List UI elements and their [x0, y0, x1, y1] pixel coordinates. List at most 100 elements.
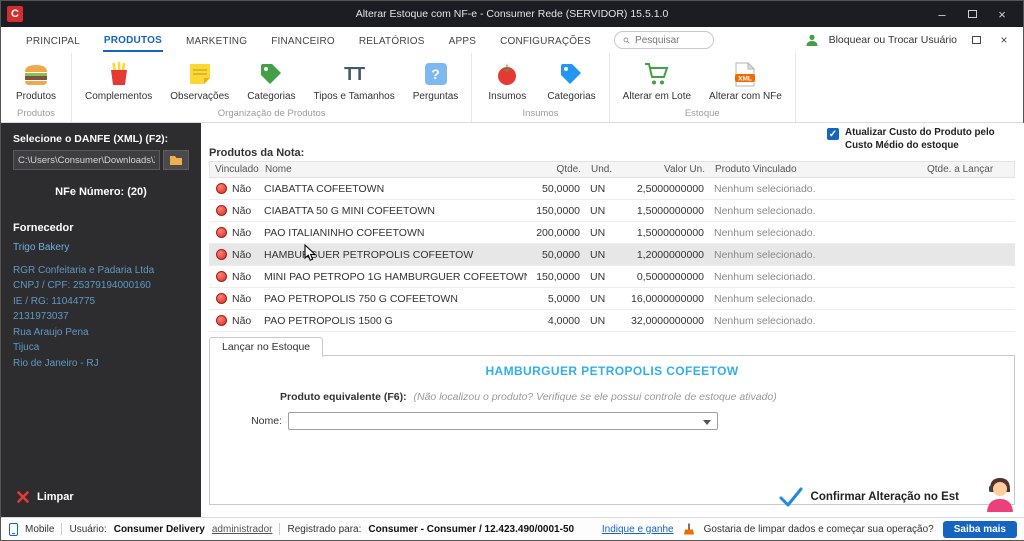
- user-role-link[interactable]: administrador: [212, 524, 273, 535]
- table-header: Vinculado Nome Qtde. Und. Valor Un. Prod…: [209, 161, 1015, 178]
- product-qtde: 200,0000: [527, 227, 585, 239]
- col-valor[interactable]: Valor Un.: [620, 164, 710, 175]
- sidebar: Selecione o DANFE (XML) (F2): NFe Número…: [1, 123, 201, 519]
- fornecedor-rua: Rua Araujo Pena: [13, 325, 189, 341]
- table-row[interactable]: Não PAO PETROPOLIS 1500 G 4,0000 UN 32,0…: [209, 310, 1015, 332]
- ribbon-group-produtos: Produtos Produtos: [1, 53, 72, 122]
- not-linked-icon: [216, 315, 227, 326]
- table-row[interactable]: Não CIABATTA COFEETOWN 50,0000 UN 2,5000…: [209, 178, 1015, 200]
- product-und: UN: [585, 205, 619, 217]
- product-vinculado: Nenhum selecionado.: [709, 315, 921, 327]
- minimize-button[interactable]: –: [927, 1, 957, 27]
- table-row[interactable]: Não CIABATTA 50 G MINI COFEETOWN 150,000…: [209, 200, 1015, 222]
- window-title: Alterar Estoque com NF-e - Consumer Rede…: [1, 8, 1023, 20]
- vinculado-value: Não: [232, 293, 251, 305]
- col-qtde[interactable]: Qtde.: [528, 164, 586, 175]
- product-und: UN: [585, 271, 619, 283]
- ribbon-group-insumos: Insumos Categorias Insumos: [472, 53, 609, 122]
- maximize-icon: [968, 10, 977, 18]
- col-nome[interactable]: Nome: [260, 164, 528, 175]
- not-linked-icon: [216, 205, 227, 216]
- ribbon-group-name: Organização de Produtos: [76, 106, 467, 122]
- ribbon-button-complementos[interactable]: Complementos: [76, 55, 161, 106]
- divider: [61, 523, 62, 535]
- product-und: UN: [585, 315, 619, 327]
- danfe-label: Selecione o DANFE (XML) (F2):: [13, 133, 189, 145]
- folder-icon: [169, 154, 183, 166]
- maximize-button[interactable]: [957, 1, 987, 27]
- ribbon-button-produtos[interactable]: Produtos: [5, 55, 67, 106]
- mdi-restore-button[interactable]: [967, 36, 985, 44]
- product-qtde: 50,0000: [527, 183, 585, 195]
- col-und[interactable]: Und.: [586, 164, 620, 175]
- table-row-selected[interactable]: Não HAMBURGUER PETROPOLIS COFEETOW 50,00…: [209, 244, 1015, 266]
- ribbon-button-categorias-produtos[interactable]: Categorias: [238, 55, 304, 106]
- ribbon-button-tipos-tamanhos[interactable]: TT Tipos e Tamanhos: [305, 55, 404, 106]
- fornecedor-telefone: 2131973037: [13, 309, 189, 325]
- support-avatar[interactable]: [983, 474, 1017, 515]
- lock-user-label[interactable]: Bloquear ou Trocar Usuário: [829, 34, 957, 46]
- search-input[interactable]: [635, 35, 705, 46]
- fries-icon: [108, 60, 130, 88]
- col-qtde-lancar[interactable]: Qtde. a Lançar: [922, 164, 1014, 175]
- checkbox-checked-icon[interactable]: ✓: [827, 128, 839, 140]
- xml-file-icon: XML: [735, 60, 755, 88]
- ribbon-button-label: Categorias: [547, 91, 595, 102]
- menu-tab-produtos[interactable]: PRODUTOS: [103, 29, 163, 52]
- product-name: PAO PETROPOLIS 1500 G: [259, 315, 527, 327]
- tab-lancar-estoque[interactable]: Lançar no Estoque: [209, 337, 323, 357]
- fornecedor-cidade: Rio de Janeiro - RJ: [13, 356, 189, 372]
- equivalent-product-label: Produto equivalente (F6):: [280, 391, 407, 403]
- not-linked-icon: [216, 227, 227, 238]
- vinculado-value: Não: [232, 205, 251, 217]
- ribbon-button-label: Observações: [170, 91, 229, 102]
- tomato-icon: [496, 60, 518, 88]
- product-name: CIABATTA COFEETOWN: [259, 183, 527, 195]
- ribbon-button-observacoes[interactable]: Observações: [161, 55, 238, 106]
- saiba-mais-button[interactable]: Saiba mais: [943, 521, 1017, 538]
- menu-tab-principal[interactable]: PRINCIPAL: [25, 30, 81, 51]
- product-vinculado: Nenhum selecionado.: [709, 249, 921, 261]
- menu-tab-relatorios[interactable]: RELATÓRIOS: [358, 30, 426, 51]
- menu-tab-financeiro[interactable]: FINANCEIRO: [270, 30, 336, 51]
- hamburger-icon: [23, 60, 49, 88]
- col-produto-vinculado[interactable]: Produto Vinculado: [710, 164, 922, 175]
- table-row[interactable]: Não PAO ITALIANINHO COFEETOWN 200,0000 U…: [209, 222, 1015, 244]
- product-name-combobox[interactable]: [288, 412, 718, 430]
- ribbon-button-alterar-lote[interactable]: Alterar em Lote: [614, 55, 700, 106]
- product-name: MINI PAO PETROPO 1G HAMBURGUER COFEETOWN: [259, 271, 527, 283]
- table-row[interactable]: Não MINI PAO PETROPO 1G HAMBURGUER COFEE…: [209, 266, 1015, 288]
- product-qtde: 150,0000: [527, 205, 585, 217]
- menubar: PRINCIPAL PRODUTOS MARKETING FINANCEIRO …: [1, 27, 1023, 53]
- table-row[interactable]: Não PAO PETROPOLIS 750 G COFEETOWN 5,000…: [209, 288, 1015, 310]
- mdi-close-button[interactable]: ×: [995, 33, 1013, 47]
- limpar-label: Limpar: [37, 491, 74, 503]
- ribbon-button-label: Perguntas: [413, 91, 459, 102]
- tag-green-icon: [259, 60, 283, 88]
- fornecedor-bairro: Tijuca: [13, 340, 189, 356]
- limpar-button[interactable]: Limpar: [17, 491, 74, 503]
- product-valor: 1,5000000000: [619, 205, 709, 217]
- menu-tab-configuracoes[interactable]: CONFIGURAÇÕES: [499, 30, 592, 51]
- confirm-change-button[interactable]: Confirmar Alteração no Est: [779, 487, 959, 507]
- browse-folder-button[interactable]: [163, 150, 189, 170]
- ribbon-button-perguntas[interactable]: ? Perguntas: [404, 55, 468, 106]
- menu-tab-apps[interactable]: APPS: [448, 30, 477, 51]
- mobile-label[interactable]: Mobile: [25, 524, 54, 535]
- close-button[interactable]: ×: [987, 1, 1017, 27]
- products-note-label: Produtos da Nota:: [209, 147, 304, 159]
- danfe-path-input[interactable]: [13, 150, 160, 170]
- ribbon-button-label: Alterar em Lote: [623, 91, 691, 102]
- divider: [279, 523, 280, 535]
- update-cost-checkbox[interactable]: ✓ Atualizar Custo do Produto pelo Custo …: [827, 127, 1015, 152]
- indique-ganhe-link[interactable]: Indique e ganhe: [602, 524, 674, 535]
- ribbon-button-categorias-insumos[interactable]: Categorias: [538, 55, 604, 106]
- cleanup-icon: [683, 523, 695, 535]
- menu-tab-marketing[interactable]: MARKETING: [185, 30, 248, 51]
- search-box[interactable]: [614, 31, 714, 49]
- col-vinculado[interactable]: Vinculado: [210, 164, 260, 175]
- ribbon-button-insumos[interactable]: Insumos: [476, 55, 538, 106]
- ribbon-button-alterar-nfe[interactable]: XML Alterar com NFe: [700, 55, 791, 106]
- confirm-change-label: Confirmar Alteração no Est: [811, 491, 959, 503]
- ribbon-button-label: Alterar com NFe: [709, 91, 782, 102]
